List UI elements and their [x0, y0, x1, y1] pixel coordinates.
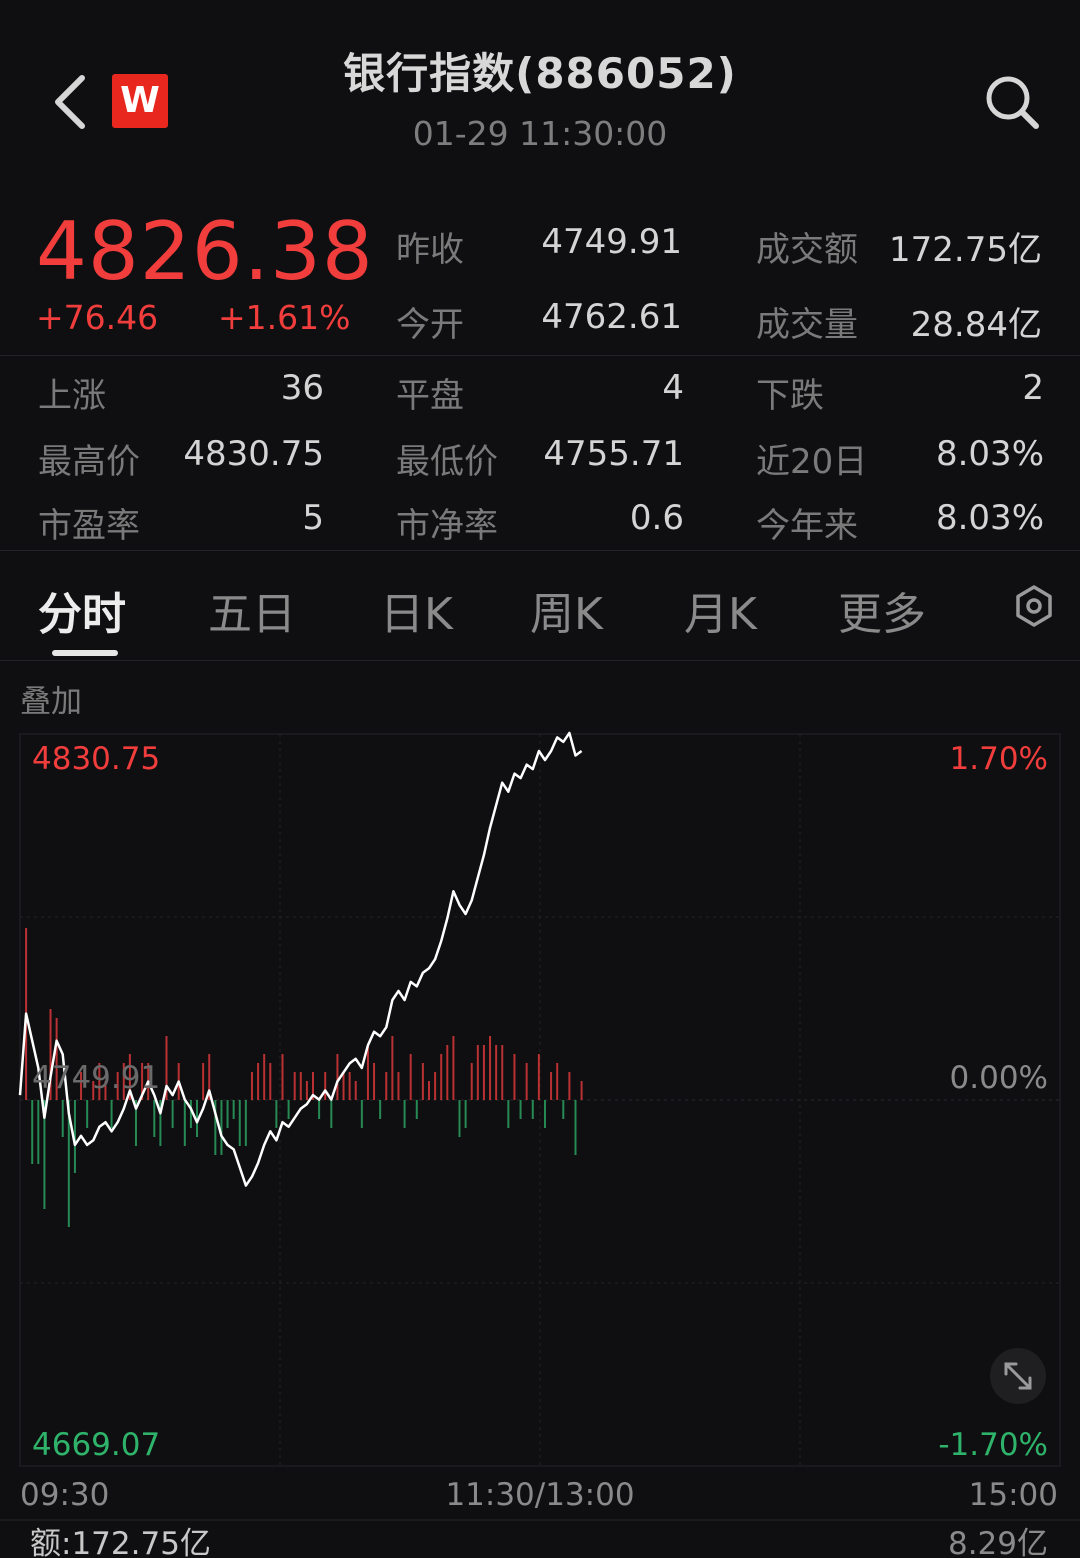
divider [0, 355, 1080, 356]
tab-daily-k[interactable]: 日K [380, 578, 453, 642]
breadth-label: 平盘 [396, 376, 464, 416]
breadth-label: 下跌 [756, 376, 824, 416]
price-change-percent: +1.61% [218, 298, 351, 337]
tab-monthly-k[interactable]: 月K [684, 578, 757, 642]
breadth-label: 市盈率 [38, 506, 140, 546]
expand-icon [1004, 1362, 1032, 1390]
breadth-value: 5 [302, 498, 324, 538]
price-line [18, 731, 583, 1187]
divider [0, 550, 1080, 551]
divider [0, 660, 1080, 661]
x-label-midday: 11:30/13:00 [445, 1477, 634, 1513]
stat-value: 172.75亿 [889, 230, 1042, 270]
chart-grid [19, 733, 1061, 1467]
price-change: +76.46 [36, 298, 159, 337]
page-title: 银行指数(886052) [343, 49, 737, 98]
expand-chart-button[interactable] [990, 1348, 1046, 1404]
breadth-label: 今年来 [756, 506, 858, 546]
y-label-right-top: 1.70% [950, 741, 1048, 777]
stat-label: 昨收 [396, 230, 464, 270]
breadth-label: 上涨 [38, 376, 106, 416]
y-label-right-mid: 0.00% [950, 1060, 1048, 1096]
y-label-left-top: 4830.75 [32, 741, 160, 777]
breadth-label: 最高价 [38, 442, 140, 482]
breadth-value: 2 [1022, 368, 1044, 408]
volume-max-label: 8.29亿 [948, 1526, 1048, 1558]
stat-label: 今开 [396, 305, 464, 345]
y-label-right-bottom: -1.70% [938, 1427, 1048, 1463]
breadth-value: 8.03% [935, 434, 1044, 474]
y-label-left-mid: 4749.91 [32, 1060, 160, 1096]
x-label-close: 15:00 [969, 1477, 1058, 1513]
y-label-left-bottom: 4669.07 [32, 1427, 160, 1463]
breadth-value: 0.6 [629, 498, 684, 538]
intraday-chart[interactable]: 4830.75 4749.91 4669.07 1.70% 0.00% -1.7… [0, 720, 1080, 1558]
x-label-open: 09:30 [20, 1477, 109, 1513]
stat-value: 4749.91 [541, 222, 682, 262]
tab-five-day[interactable]: 五日 [208, 578, 296, 642]
breadth-value: 4830.75 [183, 434, 324, 474]
turnover-label: 额:172.75亿 [30, 1526, 211, 1558]
breadth-label: 市净率 [396, 506, 498, 546]
active-tab-indicator [52, 650, 118, 656]
breadth-label: 最低价 [396, 442, 498, 482]
breadth-value: 8.03% [935, 498, 1044, 538]
overlay-button[interactable]: 叠加 [20, 676, 82, 721]
page-subtitle-time: 01-29 11:30:00 [412, 114, 668, 153]
breadth-label: 近20日 [756, 442, 868, 482]
settings-hexagon-icon[interactable] [1012, 584, 1056, 628]
current-price: 4826.38 [36, 205, 374, 298]
search-icon[interactable] [982, 72, 1042, 132]
tab-weekly-k[interactable]: 周K [530, 578, 603, 642]
stat-label: 成交量 [756, 305, 858, 345]
breadth-value: 36 [280, 368, 324, 408]
stat-label: 成交额 [756, 230, 858, 270]
breadth-value: 4755.71 [543, 434, 684, 474]
stat-value: 4762.61 [541, 297, 682, 337]
stat-value: 28.84亿 [910, 305, 1042, 345]
tab-more[interactable]: 更多 [838, 578, 926, 642]
tab-intraday[interactable]: 分时 [38, 578, 126, 642]
breadth-value: 4 [662, 368, 684, 408]
